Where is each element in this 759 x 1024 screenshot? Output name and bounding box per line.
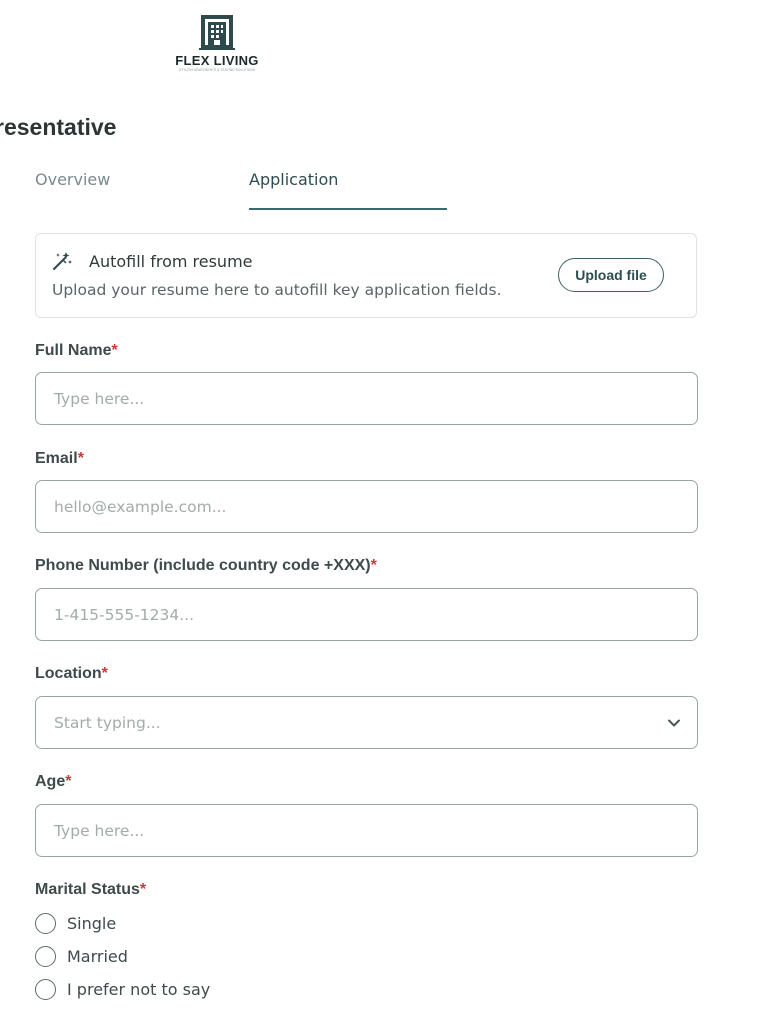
autofill-description: Upload your resume here to autofill key … bbox=[52, 281, 502, 299]
age-field[interactable]: Type here... bbox=[35, 804, 698, 857]
building-icon bbox=[197, 12, 237, 52]
tab-application[interactable]: Application bbox=[249, 170, 447, 210]
required-marker: * bbox=[139, 881, 147, 898]
radio-button[interactable] bbox=[35, 912, 56, 934]
radio-label: Single bbox=[67, 913, 117, 933]
page-title: resentative bbox=[0, 114, 117, 140]
brand-logo: FLEX LIVING STYLISH APARTMENTS & STAYING… bbox=[163, 12, 271, 78]
brand-tagline: STYLISH APARTMENTS & STAYING SOLUTIONS bbox=[178, 68, 255, 72]
radio-button[interactable] bbox=[35, 978, 56, 1000]
location-label: Location* bbox=[35, 665, 108, 682]
full-name-field[interactable]: Type here... bbox=[35, 372, 698, 425]
marital-status-label: Marital Status* bbox=[35, 881, 147, 898]
required-marker: * bbox=[77, 450, 84, 467]
age-placeholder: Type here... bbox=[54, 821, 145, 840]
email-label: Email* bbox=[35, 450, 84, 467]
magic-wand-icon bbox=[51, 250, 73, 276]
chevron-down-icon[interactable] bbox=[667, 716, 681, 734]
email-field[interactable]: hello@example.com... bbox=[35, 480, 698, 533]
upload-file-button[interactable]: Upload file bbox=[558, 258, 664, 292]
phone-field[interactable]: 1-415-555-1234... bbox=[35, 588, 698, 641]
radio-option-single[interactable]: Single bbox=[35, 911, 116, 935]
location-placeholder: Start typing... bbox=[54, 713, 161, 732]
phone-label: Phone Number (include country code +XXX)… bbox=[35, 557, 377, 574]
radio-label: Married bbox=[67, 946, 128, 966]
tab-bar: Overview Application bbox=[35, 170, 698, 210]
required-marker: * bbox=[101, 665, 108, 682]
radio-label: I prefer not to say bbox=[67, 979, 211, 999]
required-marker: * bbox=[111, 342, 118, 359]
email-placeholder: hello@example.com... bbox=[54, 497, 227, 516]
full-name-label: Full Name* bbox=[35, 342, 118, 359]
phone-placeholder: 1-415-555-1234... bbox=[54, 605, 195, 624]
radio-option-married[interactable]: Married bbox=[35, 944, 128, 968]
autofill-title: Autofill from resume bbox=[89, 252, 253, 271]
tab-overview[interactable]: Overview bbox=[35, 170, 110, 208]
required-marker: * bbox=[65, 773, 72, 790]
brand-name: FLEX LIVING bbox=[175, 53, 259, 68]
autofill-panel: Autofill from resume Upload your resume … bbox=[35, 233, 697, 318]
age-label: Age* bbox=[35, 773, 72, 790]
radio-button[interactable] bbox=[35, 945, 56, 967]
location-select[interactable]: Start typing... bbox=[35, 696, 698, 749]
radio-option-prefer-not-to-say[interactable]: I prefer not to say bbox=[35, 977, 210, 1001]
required-marker: * bbox=[370, 557, 377, 574]
full-name-placeholder: Type here... bbox=[54, 389, 145, 408]
